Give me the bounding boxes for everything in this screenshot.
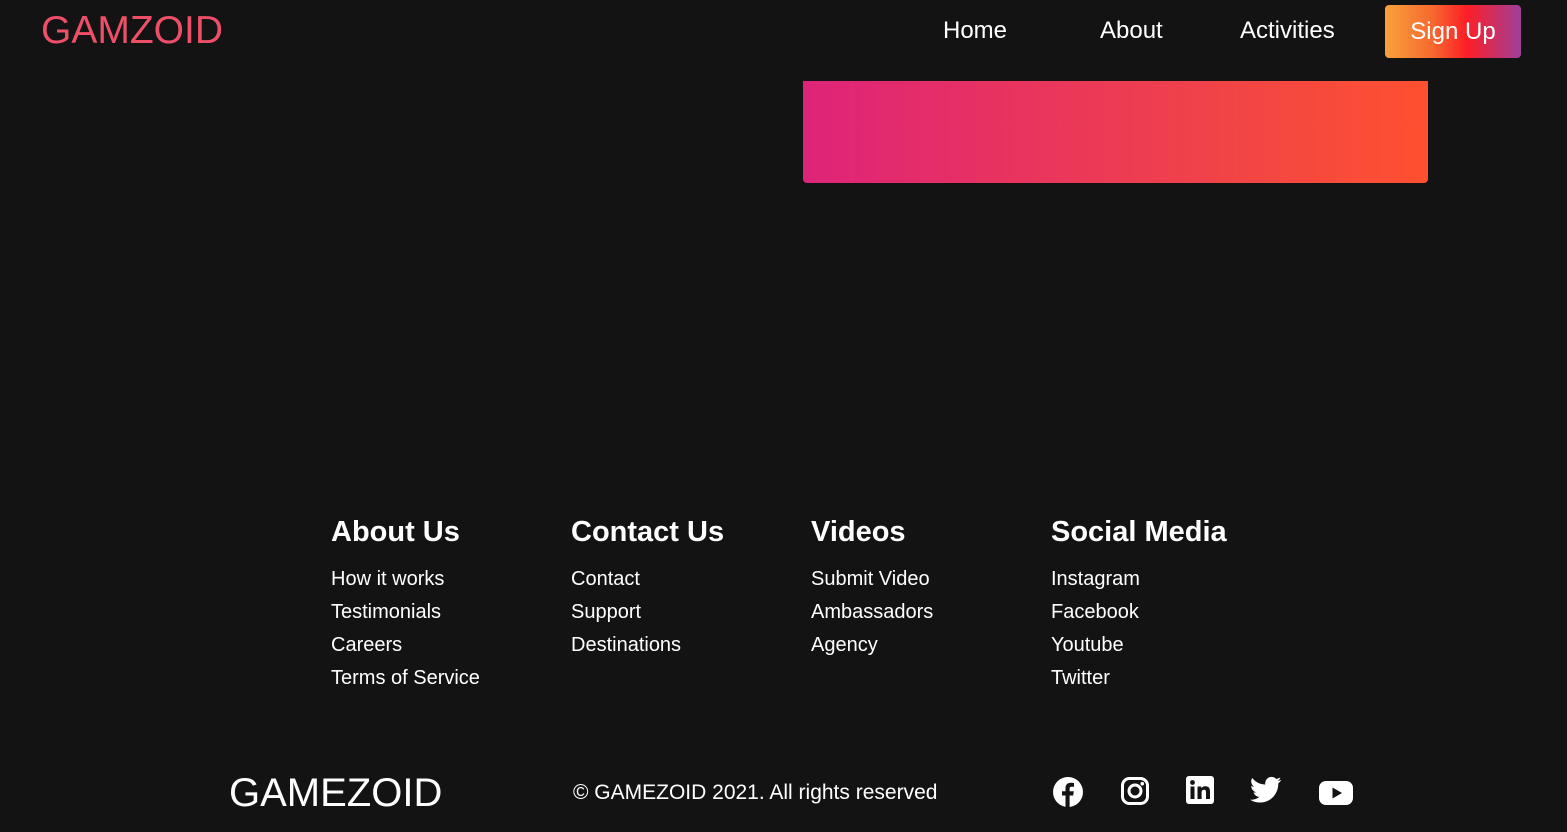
navbar: GAMZOID Home About Activities Sign Up: [0, 0, 1567, 62]
footer-link-agency[interactable]: Agency: [811, 634, 878, 656]
footer-column-contact-us: Contact Us Contact Support Destinations: [571, 515, 724, 662]
footer-link-how-it-works[interactable]: How it works: [331, 568, 444, 590]
footer-link-careers[interactable]: Careers: [331, 634, 402, 656]
footer-column-social-media: Social Media Instagram Facebook Youtube …: [1051, 515, 1227, 695]
footer-link-instagram[interactable]: Instagram: [1051, 568, 1140, 590]
nav-link-about[interactable]: About: [1100, 16, 1163, 46]
footer-link-twitter[interactable]: Twitter: [1051, 667, 1110, 689]
facebook-icon[interactable]: [1052, 776, 1084, 810]
copyright-text: © GAMEZOID 2021. All rights reserved: [573, 781, 938, 804]
linkedin-icon[interactable]: [1186, 776, 1214, 810]
footer-column-videos: Videos Submit Video Ambassadors Agency: [811, 515, 933, 662]
footer-link-contact[interactable]: Contact: [571, 568, 640, 590]
footer-link-youtube[interactable]: Youtube: [1051, 634, 1124, 656]
footer-link-ambassadors[interactable]: Ambassadors: [811, 601, 933, 623]
footer-heading: Social Media: [1051, 516, 1227, 548]
footer-heading: Contact Us: [571, 516, 725, 548]
footer-heading: Videos: [811, 516, 906, 548]
footer-brand: GAMEZOID: [229, 771, 443, 815]
logo[interactable]: GAMZOID: [41, 10, 223, 52]
footer-link-destinations[interactable]: Destinations: [571, 634, 681, 656]
nav-link-home[interactable]: Home: [943, 16, 1007, 46]
youtube-icon[interactable]: [1319, 776, 1353, 810]
footer-link-facebook[interactable]: Facebook: [1051, 601, 1139, 623]
footer-column-about-us: About Us How it works Testimonials Caree…: [331, 515, 480, 695]
footer-link-testimonials[interactable]: Testimonials: [331, 601, 441, 623]
footer-link-terms-of-service[interactable]: Terms of Service: [331, 667, 480, 689]
footer-link-submit-video[interactable]: Submit Video: [811, 568, 930, 590]
footer-heading: About Us: [331, 516, 460, 548]
footer-link-support[interactable]: Support: [571, 601, 641, 623]
nav-link-activities[interactable]: Activities: [1240, 16, 1335, 46]
instagram-icon[interactable]: [1120, 776, 1150, 810]
gradient-banner: [803, 81, 1428, 183]
sign-up-button[interactable]: Sign Up: [1385, 5, 1521, 58]
twitter-icon[interactable]: [1250, 776, 1282, 810]
